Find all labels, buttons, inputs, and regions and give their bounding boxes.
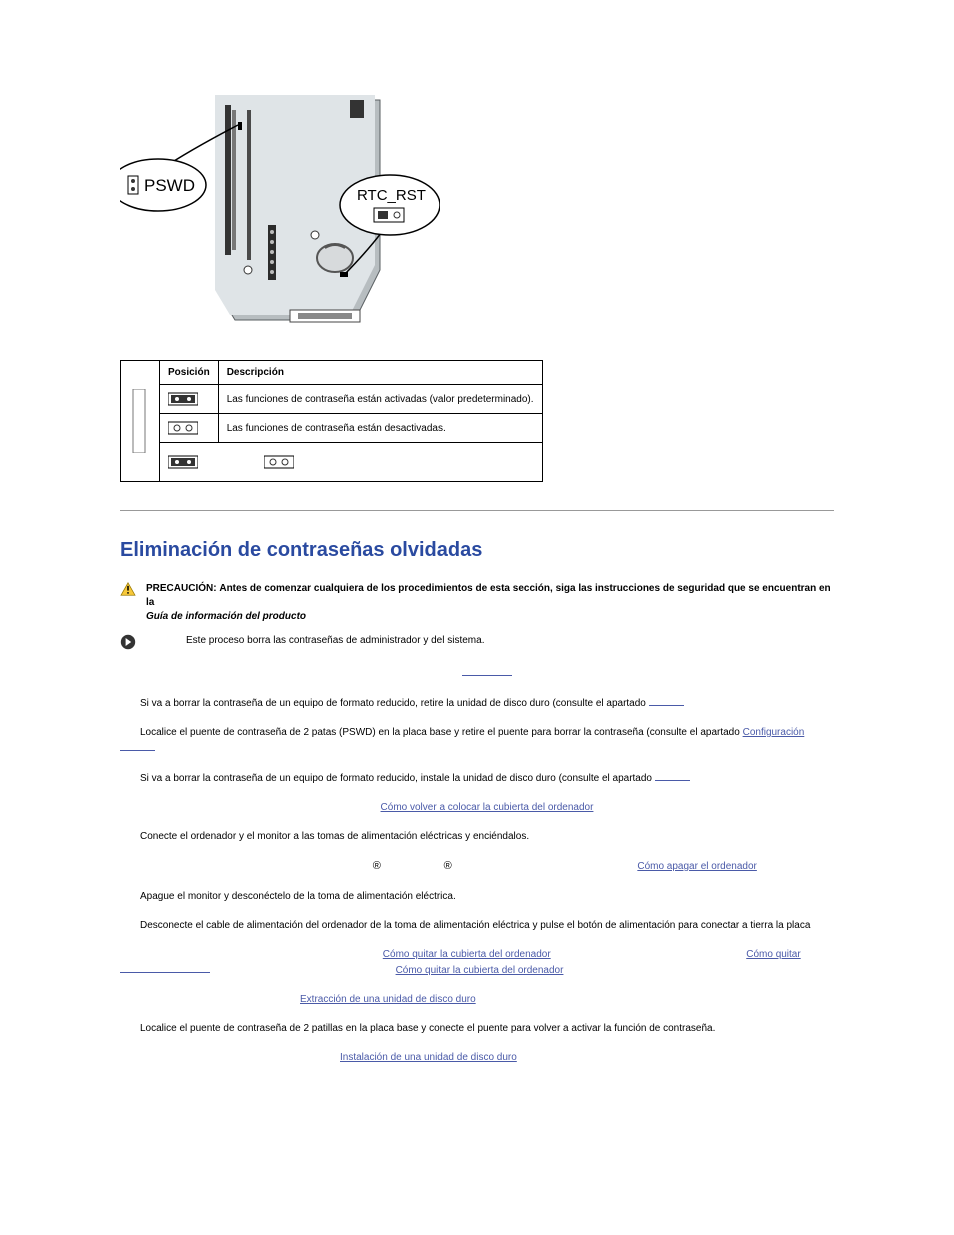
step2: Si va a borrar la contraseña de un equip… bbox=[120, 695, 834, 711]
step3-blank-link[interactable] bbox=[120, 740, 155, 751]
table-legend-row bbox=[121, 443, 543, 482]
step7-link[interactable]: Cómo apagar el ordenador bbox=[637, 861, 757, 872]
jumper-icon-vertical bbox=[129, 389, 149, 453]
step10-blank-link[interactable] bbox=[120, 962, 210, 973]
jumper-icon-closed bbox=[168, 391, 198, 407]
step4: Si va a borrar la contraseña de un equip… bbox=[120, 770, 834, 786]
step2-blank-link[interactable] bbox=[649, 695, 684, 706]
motherboard-diagram: PSWD RTC_RST bbox=[120, 70, 834, 330]
step13: Instalación de una unidad de disco duro bbox=[120, 1050, 834, 1065]
steps-list: Si va a borrar la contraseña de un equip… bbox=[120, 665, 834, 1065]
diagram-pswd-label: PSWD bbox=[144, 176, 195, 195]
caution-text: Antes de comenzar cualquiera de los proc… bbox=[146, 583, 831, 608]
caution-guide: Guía de información del producto bbox=[146, 611, 306, 622]
separator bbox=[120, 510, 834, 511]
step10: Cómo quitar la cubierta del ordenador Có… bbox=[120, 947, 834, 978]
step1-blank-link[interactable] bbox=[462, 665, 512, 676]
step3-link[interactable]: Configuración bbox=[743, 727, 805, 738]
step3-text: Localice el puente de contraseña de 2 pa… bbox=[140, 727, 740, 738]
step4-blank-link[interactable] bbox=[655, 770, 690, 781]
step13-link[interactable]: Instalación de una unidad de disco duro bbox=[340, 1052, 517, 1063]
step4-text: Si va a borrar la contraseña de un equip… bbox=[140, 773, 652, 784]
section-title: Eliminación de contraseñas olvidadas bbox=[120, 539, 834, 562]
row1-desc: Las funciones de contraseña están activa… bbox=[218, 385, 542, 414]
step3: Localice el puente de contraseña de 2 pa… bbox=[120, 725, 834, 756]
registered-symbol: ® bbox=[444, 860, 452, 872]
step10-link1[interactable]: Cómo quitar la cubierta del ordenador bbox=[383, 949, 551, 960]
step10-link3[interactable]: Cómo quitar la cubierta del ordenador bbox=[396, 965, 564, 976]
notice-row: Este proceso borra las contraseñas de ad… bbox=[120, 634, 834, 650]
registered-symbol: ® bbox=[373, 860, 381, 872]
notice-icon bbox=[120, 634, 136, 650]
table-row: Las funciones de contraseña están desact… bbox=[121, 414, 543, 443]
caution-label: PRECAUCIÓN: bbox=[146, 583, 217, 594]
step10-link2[interactable]: Cómo quitar bbox=[746, 949, 800, 960]
step12: Localice el puente de contraseña de 2 pa… bbox=[120, 1021, 834, 1036]
jumper-table-first-row: Posición Descripción bbox=[121, 361, 543, 385]
notice-text: Este proceso borra las contraseñas de ad… bbox=[186, 635, 484, 646]
jumper-table: Posición Descripción Las funciones de co… bbox=[120, 360, 543, 482]
col-descripcion: Descripción bbox=[218, 361, 542, 385]
legend-open-icon bbox=[264, 454, 294, 470]
step11: Extracción de una unidad de disco duro bbox=[120, 992, 834, 1007]
step5-link[interactable]: Cómo volver a colocar la cubierta del or… bbox=[381, 802, 594, 813]
caution-row: PRECAUCIÓN: Antes de comenzar cualquiera… bbox=[120, 582, 834, 624]
step8: Apague el monitor y desconéctelo de la t… bbox=[120, 889, 834, 904]
legend-closed-icon bbox=[168, 454, 198, 470]
step5: Cómo volver a colocar la cubierta del or… bbox=[120, 800, 834, 815]
table-row: Las funciones de contraseña están activa… bbox=[121, 385, 543, 414]
step7: ® ® Cómo apagar el ordenador bbox=[120, 858, 834, 875]
diagram-svg: PSWD RTC_RST bbox=[120, 70, 440, 330]
step9: Desconecte el cable de alimentación del … bbox=[120, 918, 834, 933]
step11-link[interactable]: Extracción de una unidad de disco duro bbox=[300, 994, 476, 1005]
col-posicion: Posición bbox=[160, 361, 219, 385]
row2-desc: Las funciones de contraseña están desact… bbox=[218, 414, 542, 443]
warning-icon bbox=[120, 582, 136, 596]
step6: Conecte el ordenador y el monitor a las … bbox=[120, 829, 834, 844]
jumper-icon-open bbox=[168, 420, 198, 436]
step2-text: Si va a borrar la contraseña de un equip… bbox=[140, 698, 646, 709]
diagram-rtcrst-label: RTC_RST bbox=[357, 187, 426, 204]
